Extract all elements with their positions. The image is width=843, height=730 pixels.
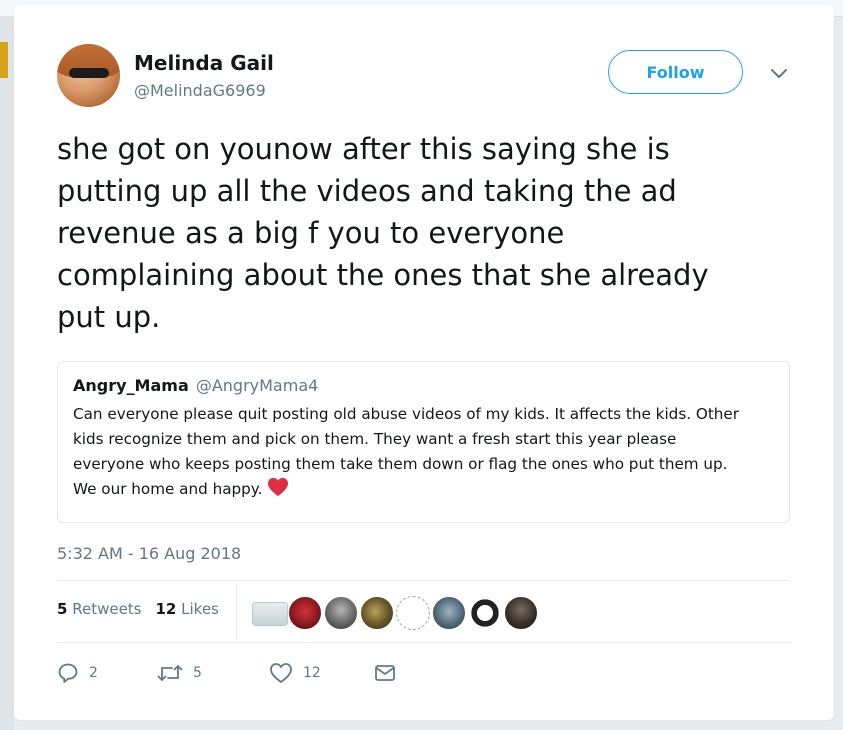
tweet-line: put up.	[57, 300, 161, 334]
retweets-count: 5	[57, 600, 68, 618]
retweet-icon	[157, 665, 183, 681]
liker-avatar[interactable]	[324, 596, 358, 630]
tweet-line: putting up all the videos and taking the…	[57, 174, 677, 208]
stats-separator	[236, 584, 237, 640]
like-count: 12	[303, 665, 321, 681]
quoted-tweet[interactable]: Angry_Mama @AngryMama4 Can everyone plea…	[57, 361, 790, 523]
tweet-text: she got on younow after this saying she …	[57, 128, 797, 338]
heart-icon	[270, 663, 292, 683]
liker-avatar[interactable]	[396, 596, 430, 630]
follow-button[interactable]: Follow	[608, 50, 743, 94]
chevron-down-icon[interactable]	[768, 66, 790, 82]
quoted-line-last: We our home and happy.	[73, 477, 773, 502]
liker-avatar[interactable]	[360, 596, 394, 630]
tweet-card: Melinda Gail @MelindaG6969 Follow she go…	[14, 4, 834, 720]
tweet-timestamp[interactable]: 5:32 AM - 16 Aug 2018	[57, 544, 241, 563]
reply-icon	[58, 663, 78, 683]
avatar-sunglasses	[69, 68, 109, 78]
liker-avatar[interactable]	[432, 596, 466, 630]
reply-count: 2	[89, 665, 98, 681]
tweet-stats: 5 Retweets 12 Likes	[57, 600, 219, 618]
quoted-line: We our home and happy.	[73, 480, 263, 498]
tweet-line: complaining about the ones that she alre…	[57, 258, 709, 292]
likes-count: 12	[155, 600, 177, 618]
quoted-line: Can everyone please quit posting old abu…	[73, 405, 740, 423]
quoted-tweet-header: Angry_Mama @AngryMama4	[73, 376, 773, 396]
liker-avatar[interactable]	[468, 596, 502, 630]
retweets-label: Retweets	[72, 600, 142, 618]
retweets-stat[interactable]: 5 Retweets	[57, 600, 142, 618]
like-action[interactable]: 12	[269, 662, 321, 684]
likes-label: Likes	[181, 600, 219, 618]
tweet-line: revenue as a big f you to everyone	[57, 216, 565, 250]
left-edge-bar	[0, 16, 14, 730]
quoted-line: kids recognize them and pick on them. Th…	[73, 430, 677, 448]
liker-avatar[interactable]	[252, 602, 288, 626]
left-edge-accent	[0, 42, 8, 78]
author-name[interactable]: Melinda Gail	[134, 51, 274, 75]
liker-avatar[interactable]	[288, 596, 322, 630]
retweet-action[interactable]: 5	[157, 662, 202, 684]
quoted-tweet-text: Can everyone please quit posting old abu…	[73, 402, 773, 502]
direct-message-action[interactable]	[373, 662, 397, 684]
quoted-author-handle: @AngryMama4	[195, 376, 319, 395]
author-avatar[interactable]	[57, 44, 120, 107]
envelope-icon	[375, 665, 395, 681]
reply-action[interactable]: 2	[57, 662, 98, 684]
retweet-count: 5	[193, 665, 202, 681]
likes-stat[interactable]: 12 Likes	[156, 600, 219, 618]
liker-avatar[interactable]	[504, 596, 538, 630]
quoted-line: everyone who keeps posting them take the…	[73, 455, 728, 473]
divider	[57, 580, 790, 581]
quoted-author-name: Angry_Mama	[73, 376, 189, 395]
divider	[57, 642, 790, 643]
author-handle[interactable]: @MelindaG6969	[134, 81, 266, 100]
red-heart-icon	[268, 477, 289, 497]
tweet-line: she got on younow after this saying she …	[57, 132, 670, 166]
